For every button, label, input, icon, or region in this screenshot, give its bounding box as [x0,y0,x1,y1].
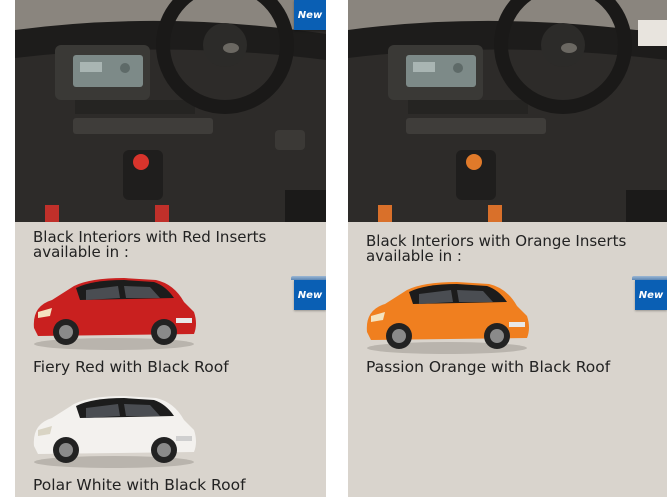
car-color-label: Fiery Red with Black Roof [33,358,229,376]
red-inserts-panel: New Black Interiors with Red Inserts ava… [15,0,326,497]
red-hatchback-image [28,268,200,352]
interior-heading: Black Interiors with Red Inserts availab… [33,228,267,261]
new-badge: New [632,276,667,310]
interior-image-red-inserts: New [15,0,326,222]
white-hatchback-image [28,386,200,470]
orange-inserts-panel: Black Interiors with Orange Inserts avai… [348,0,667,497]
car-color-label: Passion Orange with Black Roof [366,358,611,376]
new-badge: New [291,276,326,310]
car-color-label: Polar White with Black Roof [33,476,246,494]
interior-image-orange-inserts [348,0,667,222]
interior-heading: Black Interiors with Orange Inserts avai… [366,232,627,265]
orange-hatchback-image [361,272,533,356]
new-badge: New [294,0,326,30]
